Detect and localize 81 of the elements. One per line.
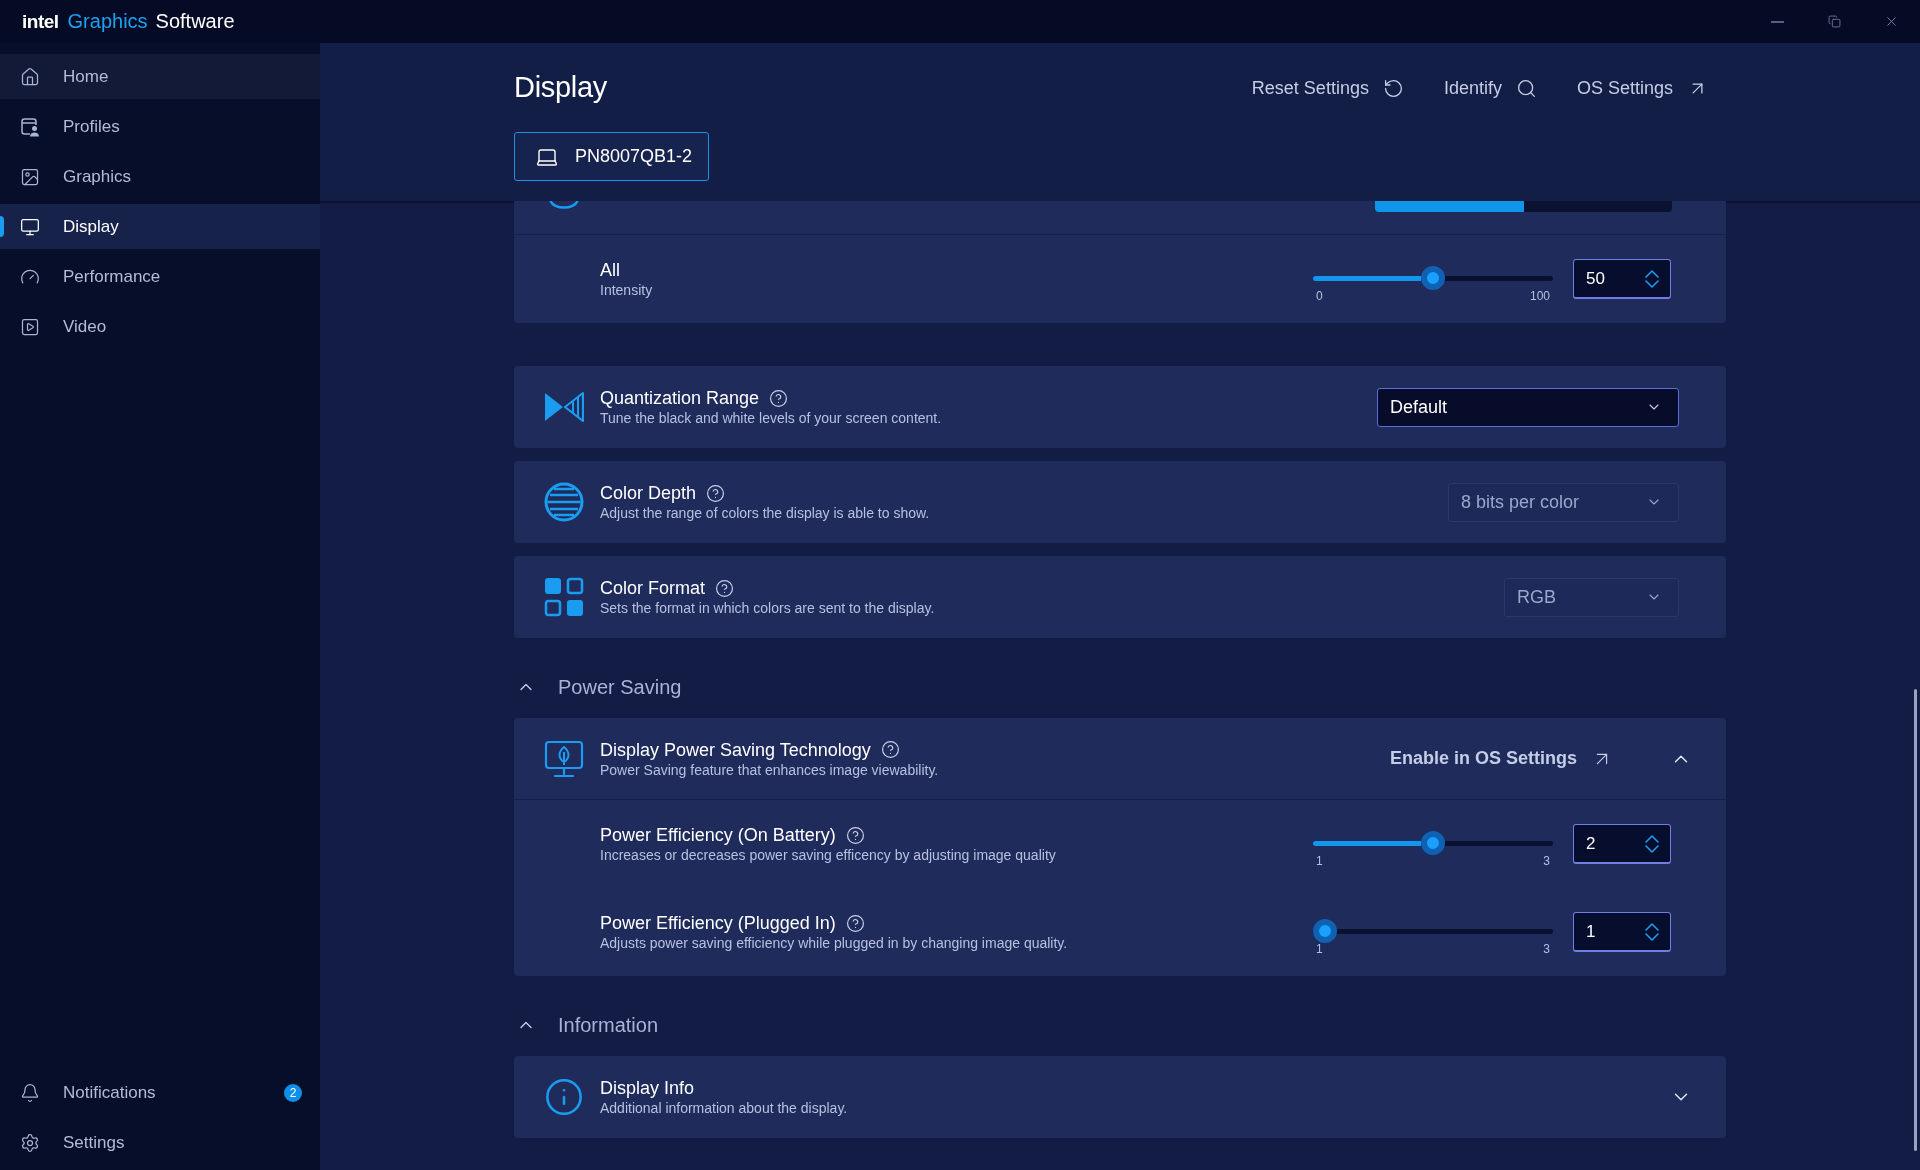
setting-title: Display Power Saving Technology	[600, 738, 871, 761]
setting-description: Power Saving feature that enhances image viewability.	[600, 760, 940, 779]
squares-grid-icon	[544, 577, 584, 617]
up-down-chevron-icon	[1644, 921, 1660, 942]
home-icon	[20, 66, 40, 87]
app-title: Software	[155, 9, 235, 35]
row-description: Intensity	[600, 281, 654, 299]
help-icon[interactable]	[845, 913, 865, 933]
scrollbar-thumb[interactable]	[1914, 689, 1917, 1151]
triangles-icon	[544, 391, 584, 423]
row-description: Adjusts power saving efficiency while plugged in by changing image quality.	[600, 934, 1069, 952]
header-action[interactable]: OS Settings	[1576, 74, 1708, 102]
sidebar-item[interactable]: Performance	[0, 254, 320, 299]
header-action[interactable]: Reset Settings	[1251, 74, 1404, 102]
number-value: 2	[1586, 832, 1596, 855]
slider-min-label: 1	[1316, 941, 1323, 956]
sidebar-item[interactable]: Notifications 2	[0, 1070, 320, 1115]
notification-badge: 2	[284, 1083, 302, 1102]
section-toggle[interactable]: Information	[514, 1010, 659, 1040]
partial-ring-icon	[549, 201, 579, 210]
setting-description: Tune the black and white levels of your screen content.	[600, 409, 943, 427]
setting-title: Color Depth	[600, 482, 697, 504]
sidebar-item[interactable]: Video	[0, 304, 320, 349]
minimize-icon	[1771, 20, 1784, 23]
monitor-leaf-icon	[544, 738, 584, 779]
monitor-icon	[20, 216, 40, 237]
active-indicator	[0, 216, 4, 237]
help-icon[interactable]	[880, 740, 900, 759]
header-action[interactable]: Identify	[1443, 74, 1537, 102]
setting-description: Adjust the range of colors the display is able to show.	[600, 504, 931, 522]
setting-description: Sets the format in which colors are sent to the display.	[600, 599, 936, 617]
brand-logo: intel	[22, 10, 59, 35]
setting-title: Quantization Range	[600, 387, 760, 409]
row-description: Increases or decreases power saving efficency by adjusting image quality	[600, 846, 1057, 864]
setting-title: Color Format	[600, 577, 706, 599]
row-title: Power Efficiency (Plugged In)	[600, 912, 836, 934]
app-title-accent: Graphics	[67, 9, 148, 35]
sidebar-item[interactable]: Settings	[0, 1120, 320, 1165]
slider-max-label: 3	[1543, 941, 1550, 956]
os-settings-link[interactable]: Enable in OS Settings	[1389, 745, 1613, 772]
slider-max-label: 3	[1543, 853, 1550, 868]
row-title: Power Efficiency (On Battery)	[600, 824, 836, 846]
restore-icon	[1828, 15, 1841, 28]
number-value: 50	[1586, 267, 1605, 290]
up-down-chevron-icon	[1644, 833, 1660, 854]
help-icon[interactable]	[769, 388, 789, 408]
profile-card-icon	[20, 116, 40, 137]
bell-icon	[20, 1082, 40, 1103]
striped-circle-icon	[544, 482, 584, 522]
setting-title: Display Info	[600, 1077, 695, 1099]
row-title: All	[600, 259, 620, 281]
section-toggle[interactable]: Power Saving	[514, 672, 682, 702]
number-input[interactable]: 1	[1573, 912, 1671, 952]
up-down-chevron-icon	[1644, 268, 1660, 289]
number-input[interactable]: 2	[1573, 824, 1671, 864]
help-icon[interactable]	[706, 483, 726, 503]
help-icon[interactable]	[845, 825, 865, 845]
play-icon	[20, 316, 40, 337]
display-tab[interactable]: PN8007QB1-2	[514, 132, 710, 181]
sidebar-item[interactable]: Display	[0, 204, 320, 249]
reset-icon	[1382, 77, 1404, 99]
image-icon	[20, 166, 40, 187]
slider-min-label: 0	[1316, 288, 1323, 303]
slider-thumb[interactable]	[1421, 265, 1445, 290]
page-title: Display	[514, 70, 607, 106]
sidebar-item[interactable]: Graphics	[0, 154, 320, 199]
search-icon	[1515, 77, 1537, 99]
dropdown[interactable]: Default	[1377, 387, 1679, 427]
number-value: 1	[1586, 920, 1596, 943]
slider-max-label: 100	[1529, 288, 1550, 303]
number-input[interactable]: 50	[1573, 259, 1671, 299]
sidebar-item[interactable]: Profiles	[0, 104, 320, 149]
settings-icon	[20, 1132, 40, 1153]
sidebar-item[interactable]: Home	[0, 54, 320, 99]
close-icon	[1884, 14, 1899, 29]
info-icon	[544, 1077, 584, 1117]
slider-thumb[interactable]	[1313, 918, 1337, 943]
slider-thumb[interactable]	[1421, 830, 1445, 855]
slider-min-label: 1	[1316, 853, 1323, 868]
help-icon[interactable]	[715, 578, 735, 598]
setting-description: Additional information about the display.	[600, 1099, 849, 1117]
